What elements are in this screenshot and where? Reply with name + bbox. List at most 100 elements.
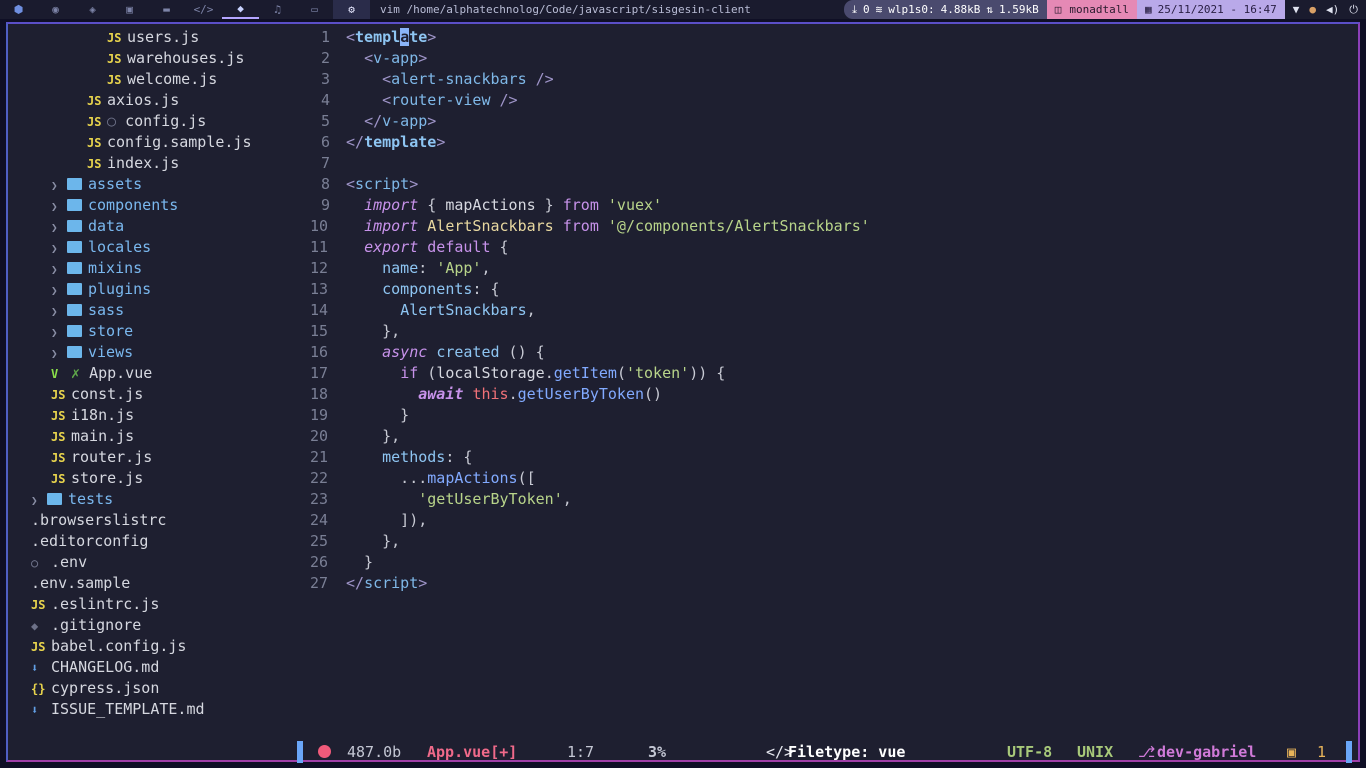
code-line: import AlertSnackbars from '@/components… — [364, 217, 870, 235]
tree-item-label: mixins — [88, 259, 143, 277]
tree-file[interactable]: .env.sample — [31, 573, 130, 594]
chevron-right-icon: ❯ — [51, 221, 58, 234]
tree-folder[interactable]: ❯ plugins — [51, 279, 151, 300]
code-line: <alert-snackbars /> — [382, 70, 554, 88]
code-line: async created () { — [382, 343, 545, 361]
workspace-files[interactable]: ▬ — [148, 0, 185, 19]
tree-file[interactable]: JS index.js — [87, 153, 179, 174]
tree-file[interactable]: JS ○ config.js — [87, 111, 206, 132]
tree-item-label: .env.sample — [31, 574, 131, 592]
workspace-settings[interactable]: ⚙ — [333, 0, 370, 19]
tree-file[interactable]: JS babel.config.js — [31, 636, 186, 657]
chevron-right-icon: ❯ — [51, 200, 58, 213]
tree-item-label: .env — [51, 553, 88, 571]
folder-icon — [67, 325, 82, 337]
workspace-music[interactable]: ♫ — [259, 0, 296, 19]
tree-file[interactable]: JS welcome.js — [107, 69, 217, 90]
tree-file[interactable]: JS config.sample.js — [87, 132, 252, 153]
tree-file[interactable]: .editorconfig — [31, 531, 148, 552]
javascript-icon: JS — [107, 52, 122, 66]
tree-file[interactable]: {} cypress.json — [31, 678, 159, 699]
tree-folder[interactable]: ❯ tests — [31, 489, 113, 510]
workspace-display[interactable]: ▭ — [296, 0, 333, 19]
tree-file[interactable]: JS .eslintrc.js — [31, 594, 159, 615]
tree-file[interactable]: .browserslistrc — [31, 510, 166, 531]
code-line: <v-app> — [364, 49, 428, 67]
line-number: 9 — [320, 196, 330, 214]
code-line: } — [346, 553, 374, 571]
tree-folder[interactable]: ❯ assets — [51, 174, 142, 195]
tree-item-label: App.vue — [89, 364, 153, 382]
line-number: 3 — [320, 70, 330, 88]
code-line: </v-app> — [364, 112, 437, 130]
top-bar: ⬢ ◉ ◈ ▣ ▬ </> ◆ ♫ ▭ ⚙ vim /home/alphatec… — [0, 0, 1366, 19]
workspace-code[interactable]: </> — [185, 0, 222, 19]
tree-file[interactable]: JS store.js — [51, 468, 143, 489]
tree-folder[interactable]: ❯ locales — [51, 237, 151, 258]
workspace-python[interactable]: ⬢ — [0, 0, 37, 19]
chevron-right-icon: ❯ — [51, 326, 58, 339]
folder-icon — [67, 199, 82, 211]
tree-file[interactable]: ○ .env — [31, 552, 87, 573]
chevron-right-icon: ❯ — [31, 494, 38, 507]
wifi-tray-icon[interactable]: ▼ — [1293, 3, 1300, 16]
folder-icon — [67, 262, 82, 274]
code-line: import { mapActions } from 'vuex' — [364, 196, 663, 214]
tree-file[interactable]: JS axios.js — [87, 90, 179, 111]
workspace-cube[interactable]: ◈ — [74, 0, 111, 19]
tree-file[interactable]: ⬇ ISSUE_TEMPLATE.md — [31, 699, 205, 720]
right-mode-indicator — [1346, 741, 1352, 763]
tree-folder[interactable]: ❯ sass — [51, 300, 124, 321]
tree-file[interactable]: JS main.js — [51, 426, 134, 447]
json-icon: {} — [31, 682, 46, 696]
tree-item-label: store — [88, 322, 134, 340]
javascript-icon: JS — [87, 115, 102, 129]
workspace-layers[interactable]: ◆ — [222, 0, 259, 19]
tree-folder[interactable]: ❯ data — [51, 216, 124, 237]
tree-folder[interactable]: ❯ views — [51, 342, 133, 363]
workspace-browser[interactable]: ◉ — [37, 0, 74, 19]
line-number: 20 — [309, 427, 328, 445]
volume-icon[interactable]: ◀) — [1326, 3, 1339, 16]
folder-icon — [67, 304, 82, 316]
filetype: Filetype: vue — [788, 743, 906, 761]
tree-file[interactable]: V ✗ App.vue — [51, 363, 152, 384]
javascript-icon: JS — [51, 388, 66, 402]
encoding: UTF-8 — [1007, 743, 1053, 761]
git-icon: ◆ — [31, 619, 39, 633]
layout-widget[interactable]: ◫ monadtall — [1046, 0, 1137, 19]
tree-file[interactable]: JS router.js — [51, 447, 152, 468]
line-number: 5 — [320, 112, 330, 130]
tree-item-label: views — [88, 343, 134, 361]
cube-icon: ◈ — [89, 3, 96, 16]
tree-file[interactable]: JS warehouses.js — [107, 48, 244, 69]
power-icon[interactable]: ⏻ — [1349, 3, 1358, 17]
buffer-icon: ▣ — [1287, 743, 1297, 761]
display-icon: ▭ — [311, 3, 318, 16]
tree-file[interactable]: JS const.js — [51, 384, 143, 405]
tree-folder[interactable]: ❯ store — [51, 321, 133, 342]
tree-item-label: users.js — [127, 28, 200, 46]
tree-file[interactable]: ⬇ CHANGELOG.md — [31, 657, 159, 678]
tree-item-label: ISSUE_TEMPLATE.md — [51, 700, 205, 718]
tree-item-label: welcome.js — [127, 70, 218, 88]
app-tray-icon[interactable]: ● — [1309, 3, 1316, 16]
clock-widget: ▦ 25/11/2021 - 16:47 — [1136, 0, 1285, 19]
line-number: 27 — [309, 574, 328, 592]
tree-folder[interactable]: ❯ mixins — [51, 258, 142, 279]
ignored-icon: ○ — [107, 112, 126, 130]
line-number: 12 — [309, 259, 328, 277]
tree-folder[interactable]: ❯ components — [51, 195, 178, 216]
workspace-terminal[interactable]: ▣ — [111, 0, 148, 19]
tree-file[interactable]: JS i18n.js — [51, 405, 134, 426]
tree-item-label: tests — [68, 490, 114, 508]
tree-file[interactable]: JS users.js — [107, 27, 199, 48]
file-name: App.vue[+] — [427, 743, 518, 761]
mode-indicator — [297, 741, 303, 763]
line-number: 25 — [309, 532, 328, 550]
javascript-icon: JS — [107, 31, 122, 45]
tree-file[interactable]: ◆ .gitignore — [31, 615, 141, 636]
file-size: 487.0b — [347, 743, 402, 761]
line-number: 21 — [309, 448, 328, 466]
line-number: 11 — [309, 238, 328, 256]
